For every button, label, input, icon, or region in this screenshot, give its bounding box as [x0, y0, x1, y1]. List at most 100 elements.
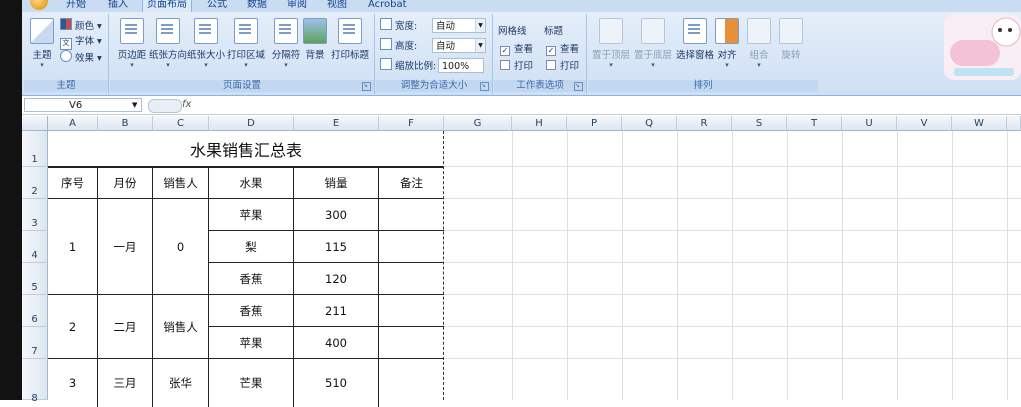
gridlines-view-checkbox[interactable]: ✓ 查看	[500, 42, 533, 57]
tab-insert[interactable]: 插入	[104, 0, 132, 12]
page-break-line	[443, 131, 444, 400]
scale-spinner[interactable]: 100%	[438, 58, 484, 73]
rotate-button[interactable]: 旋转	[776, 16, 806, 70]
group-label-page-setup: 页面设置	[110, 80, 374, 92]
select-all-corner[interactable]	[22, 116, 48, 131]
table-cell-fruit[interactable]: 苹果	[209, 327, 294, 359]
table-cell-month[interactable]: 一月	[98, 199, 153, 295]
dialog-launcher-icon[interactable]: ↘	[362, 82, 371, 91]
tab-home[interactable]: 开始	[62, 0, 90, 12]
tab-view[interactable]: 视图	[323, 0, 351, 12]
table-cell-notes[interactable]	[379, 231, 444, 263]
table-cell-quantity[interactable]: 400	[294, 327, 379, 359]
row-header[interactable]: 8	[22, 359, 48, 404]
table-cell-fruit[interactable]: 苹果	[209, 199, 294, 231]
group-button[interactable]: 组合 ▾	[744, 16, 774, 70]
height-select[interactable]: 自动 ▼	[432, 38, 486, 53]
table-cell-quantity[interactable]: 211	[294, 295, 379, 327]
table-cell-fruit[interactable]: 香蕉	[209, 295, 294, 327]
column-header-partial[interactable]	[1007, 116, 1021, 131]
table-cell-quantity[interactable]: 300	[294, 199, 379, 231]
column-header[interactable]: W	[952, 116, 1007, 131]
table-cell-seller[interactable]: 0	[153, 199, 209, 295]
bring-to-front-icon	[599, 18, 623, 44]
table-cell-seq[interactable]: 1	[48, 199, 98, 295]
row-header[interactable]: 6	[22, 295, 48, 327]
width-select[interactable]: 自动 ▼	[432, 18, 486, 33]
table-cell-fruit[interactable]: 香蕉	[209, 263, 294, 295]
column-header[interactable]: T	[787, 116, 842, 131]
header-quantity[interactable]: 销量	[294, 167, 379, 199]
table-cell-notes[interactable]	[379, 295, 444, 327]
column-header[interactable]: B	[98, 116, 153, 131]
column-header[interactable]: H	[512, 116, 567, 131]
gridlines-print-checkbox[interactable]: 打印	[500, 59, 533, 74]
table-cell-quantity[interactable]: 115	[294, 231, 379, 263]
header-fruit[interactable]: 水果	[209, 167, 294, 199]
print-area-button[interactable]: 打印区域 ▾	[226, 16, 266, 70]
tab-page-layout[interactable]: 页面布局	[142, 0, 192, 12]
column-header[interactable]: R	[677, 116, 732, 131]
orientation-button[interactable]: 纸张方向 ▾	[148, 16, 188, 70]
bring-to-front-button[interactable]: 置于顶层 ▾	[588, 16, 634, 70]
header-month[interactable]: 月份	[98, 167, 153, 199]
background-button[interactable]: 背景	[298, 16, 332, 70]
column-header[interactable]: C	[153, 116, 209, 131]
tab-review[interactable]: 审阅	[283, 0, 311, 12]
scale-label: 缩放比例:	[380, 58, 436, 73]
column-header[interactable]: E	[294, 116, 379, 131]
column-header[interactable]: A	[48, 116, 98, 131]
table-cell-notes[interactable]	[379, 199, 444, 231]
table-cell-seller[interactable]: 销售人	[153, 295, 209, 359]
table-title[interactable]: 水果销售汇总表	[48, 131, 444, 167]
row-header[interactable]: 4	[22, 231, 48, 263]
margins-button[interactable]: 页边距 ▾	[112, 16, 152, 70]
column-header[interactable]: G	[444, 116, 512, 131]
chevron-down-icon[interactable]: ▼	[132, 101, 137, 109]
table-cell-quantity[interactable]: 120	[294, 263, 379, 295]
headings-print-checkbox[interactable]: 打印	[546, 59, 579, 74]
formula-expand-button[interactable]	[148, 99, 182, 113]
table-cell-month[interactable]: 二月	[98, 295, 153, 359]
table-cell-notes[interactable]	[379, 327, 444, 359]
row-header[interactable]: 1	[22, 131, 48, 167]
dialog-launcher-icon[interactable]: ↘	[480, 82, 489, 91]
group-label-sheet-options: 工作表选项	[494, 80, 586, 92]
column-header[interactable]: P	[567, 116, 622, 131]
themes-button[interactable]: 主题 ▾	[26, 16, 58, 70]
send-to-back-button[interactable]: 置于底层 ▾	[630, 16, 676, 70]
column-header[interactable]: F	[379, 116, 444, 131]
row-header[interactable]: 7	[22, 327, 48, 359]
name-box[interactable]: V6	[24, 98, 142, 112]
gridlines-heading: 网格线	[498, 26, 527, 37]
dialog-launcher-icon[interactable]: ↘	[574, 82, 583, 91]
group-arrange: 置于顶层 ▾ 置于底层 ▾ 选择窗格 对齐 ▾ 组合 ▾ 旋转 排列	[588, 14, 818, 94]
align-button[interactable]: 对齐 ▾	[712, 16, 742, 70]
column-header[interactable]: S	[732, 116, 787, 131]
size-button[interactable]: 纸张大小 ▾	[186, 16, 226, 70]
row-header[interactable]: 5	[22, 263, 48, 295]
row-header[interactable]: 2	[22, 167, 48, 199]
tab-data[interactable]: 数据	[243, 0, 271, 12]
header-seller[interactable]: 销售人	[153, 167, 209, 199]
table-cell-notes[interactable]	[379, 263, 444, 295]
column-header[interactable]: U	[842, 116, 897, 131]
column-header[interactable]: V	[897, 116, 952, 131]
insert-function-icon[interactable]: fx	[182, 98, 204, 112]
header-seq[interactable]: 序号	[48, 167, 98, 199]
header-notes[interactable]: 备注	[379, 167, 444, 199]
row-header[interactable]: 3	[22, 199, 48, 231]
headings-view-checkbox[interactable]: ✓ 查看	[546, 42, 579, 57]
table-cell-fruit[interactable]: 梨	[209, 231, 294, 263]
table-cell-seq[interactable]: 2	[48, 295, 98, 359]
theme-colors-button[interactable]: 颜色 ▾	[60, 18, 102, 33]
theme-fonts-button[interactable]: 文字体 ▾	[60, 34, 102, 50]
tab-acrobat[interactable]: Acrobat	[364, 0, 411, 12]
print-titles-button[interactable]: 打印标题	[330, 16, 370, 70]
column-header[interactable]: D	[209, 116, 294, 131]
column-header[interactable]: Q	[622, 116, 677, 131]
theme-effects-button[interactable]: 效果 ▾	[60, 50, 102, 65]
tab-formulas[interactable]: 公式	[203, 0, 231, 12]
group-label-themes: 主题	[24, 80, 108, 92]
group-themes: 主题 ▾ 颜色 ▾ 文字体 ▾ 效果 ▾ 主题	[24, 14, 109, 94]
